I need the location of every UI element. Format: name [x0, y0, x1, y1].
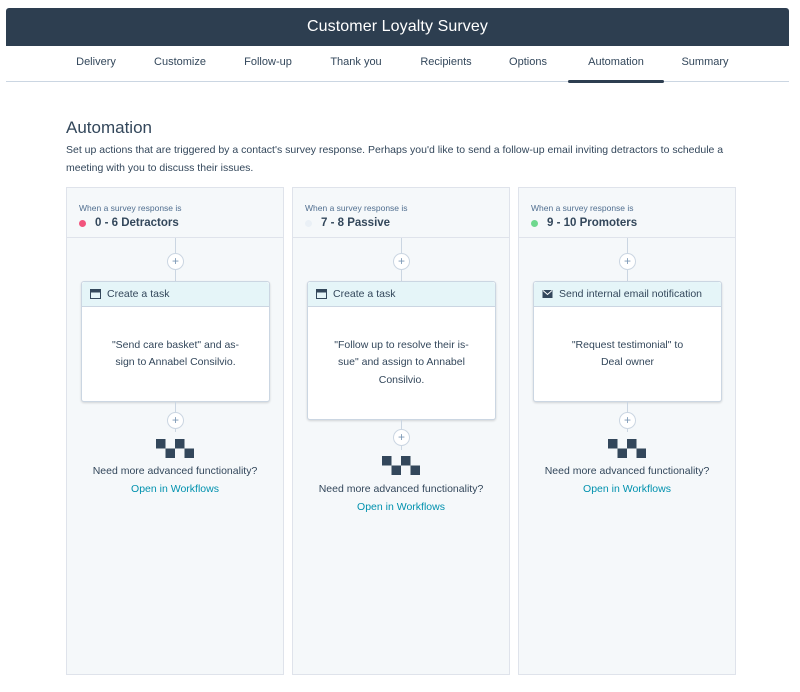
tab-bar: Delivery Customize Follow-up Thank you R… — [6, 46, 789, 83]
tab-summary[interactable]: Summary — [674, 46, 736, 82]
segment-dot — [305, 219, 312, 227]
segment-label: 0 - 6 Detractors — [95, 217, 179, 229]
trigger-label: When a survey response is — [305, 203, 408, 213]
action-card[interactable]: Create a task "Send care basket" and as-… — [81, 281, 270, 402]
action-description: "Follow up to resolve their is-sue" and … — [334, 338, 469, 386]
add-action-button[interactable]: + — [167, 253, 184, 270]
workflow-pattern-icon — [382, 456, 420, 475]
workflow-pattern-icon — [156, 439, 194, 458]
tab-automation[interactable]: Automation — [568, 46, 664, 83]
trigger-label: When a survey response is — [79, 203, 182, 213]
action-description: "Request testimonial" to Deal owner — [571, 338, 684, 369]
action-card-header: Send internal email notification — [534, 282, 721, 307]
workflow-pattern-icon — [608, 439, 646, 458]
action-card[interactable]: Send internal email notification "Reques… — [533, 281, 722, 402]
calendar-icon — [316, 289, 327, 299]
advanced-functionality-text: Need more advanced functionality? — [544, 465, 710, 477]
action-description: "Send care basket" and as-sign to Annabe… — [111, 338, 240, 369]
segment-label: 9 - 10 Promoters — [547, 217, 638, 229]
advanced-functionality-text: Need more advanced functionality? — [318, 483, 484, 495]
app-header: Customer Loyalty Survey — [6, 8, 789, 46]
section-title: Automation — [66, 118, 152, 137]
action-title: Create a task — [333, 288, 396, 300]
open-in-workflows-link[interactable]: Open in Workflows — [293, 501, 509, 513]
add-action-button[interactable]: + — [619, 412, 636, 429]
automation-column-promoters: When a survey response is 9 - 10 Promote… — [518, 187, 736, 675]
add-action-button[interactable]: + — [619, 253, 636, 270]
tab-options[interactable]: Options — [498, 46, 558, 82]
calendar-icon — [90, 289, 101, 299]
segment-dot — [79, 219, 86, 227]
tab-customize[interactable]: Customize — [146, 46, 214, 82]
action-title: Create a task — [107, 288, 170, 300]
automation-column-passive: When a survey response is 7 - 8 Passive … — [292, 187, 510, 675]
add-action-button[interactable]: + — [167, 412, 184, 429]
tab-recipients[interactable]: Recipients — [411, 46, 481, 82]
open-in-workflows-link[interactable]: Open in Workflows — [519, 483, 735, 495]
column-header: When a survey response is 7 - 8 Passive — [293, 188, 509, 238]
page-title: Customer Loyalty Survey — [306, 18, 489, 35]
segment-row: 7 - 8 Passive — [305, 217, 509, 229]
action-card[interactable]: Create a task "Follow up to resolve thei… — [307, 281, 496, 420]
action-card-header: Create a task — [308, 282, 495, 307]
add-action-button[interactable]: + — [393, 429, 410, 446]
section-description: Set up actions that are triggered by a c… — [66, 144, 724, 174]
trigger-label: When a survey response is — [531, 203, 634, 213]
segment-row: 0 - 6 Detractors — [79, 217, 283, 229]
tab-delivery[interactable]: Delivery — [66, 46, 126, 82]
column-header: When a survey response is 9 - 10 Promote… — [519, 188, 735, 238]
envelope-icon — [542, 290, 553, 298]
tab-thank-you[interactable]: Thank you — [321, 46, 391, 82]
tab-follow-up[interactable]: Follow-up — [234, 46, 302, 82]
open-in-workflows-link[interactable]: Open in Workflows — [67, 483, 283, 495]
add-action-button[interactable]: + — [393, 253, 410, 270]
segment-dot — [531, 219, 538, 227]
automation-column-detractors: When a survey response is 0 - 6 Detracto… — [66, 187, 284, 675]
action-title: Send internal email notification — [559, 288, 703, 300]
segment-row: 9 - 10 Promoters — [531, 217, 735, 229]
segment-label: 7 - 8 Passive — [321, 217, 391, 229]
action-card-header: Create a task — [82, 282, 269, 307]
advanced-functionality-text: Need more advanced functionality? — [92, 465, 258, 477]
column-header: When a survey response is 0 - 6 Detracto… — [67, 188, 283, 238]
